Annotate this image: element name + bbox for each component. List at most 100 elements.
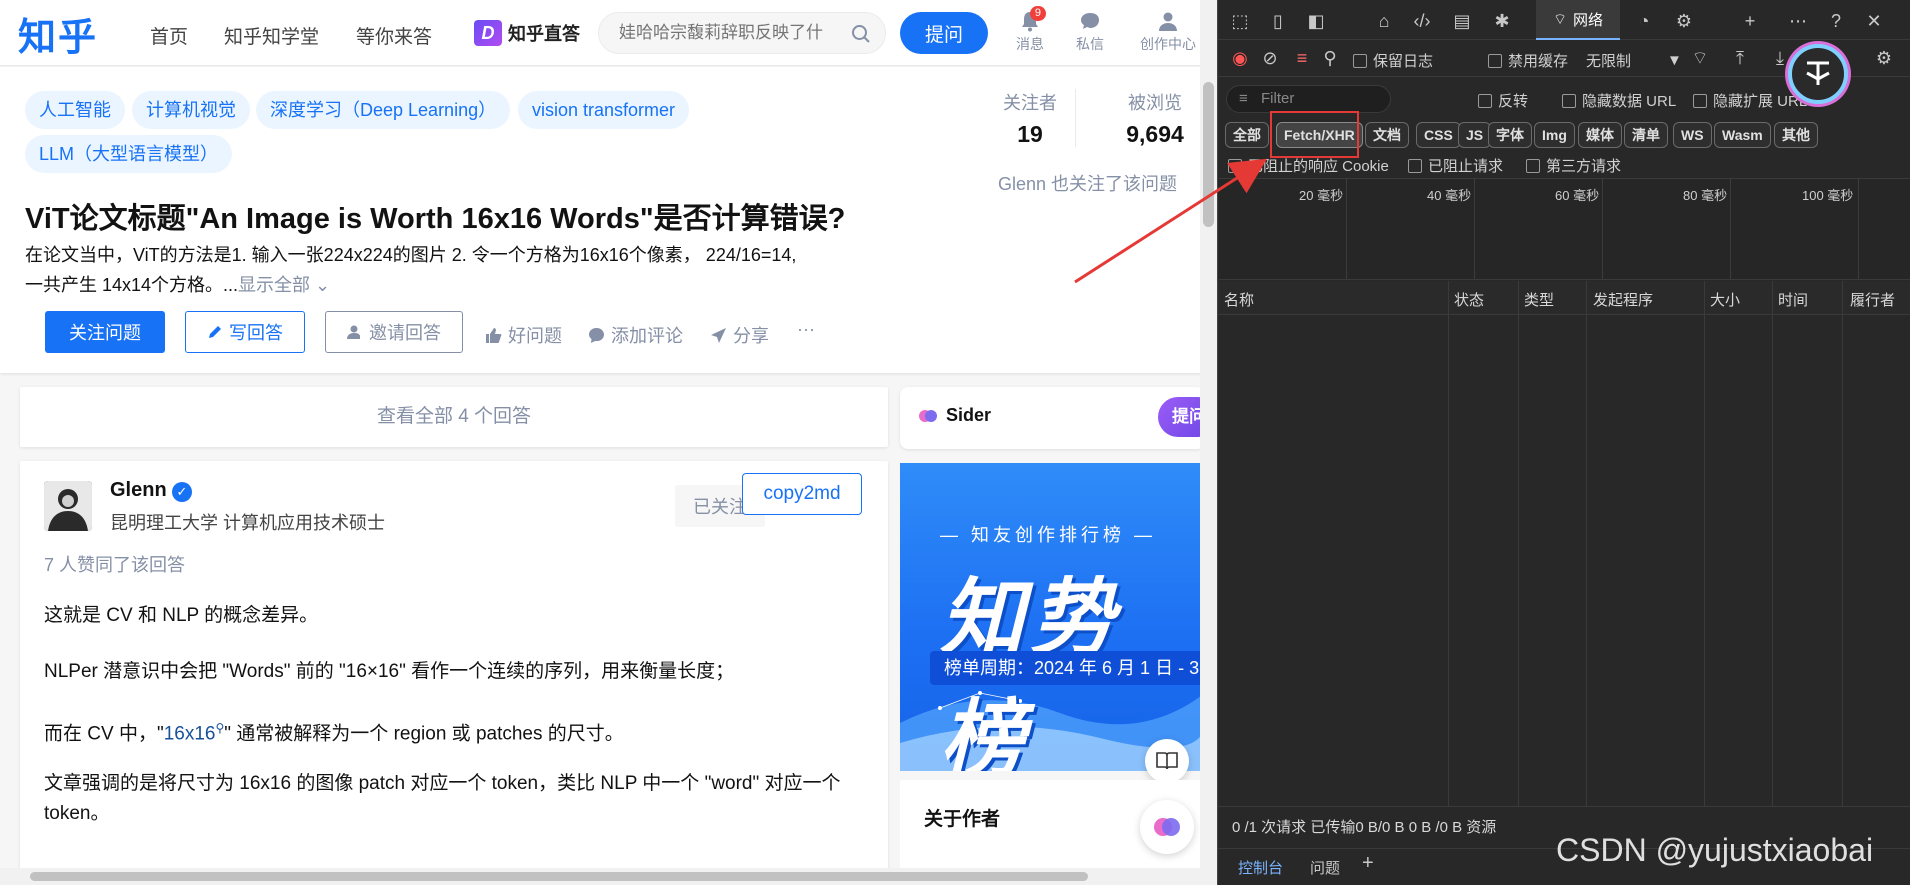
search-input[interactable] [619,22,839,44]
invite-answer-button[interactable]: 邀请回答 [325,311,463,353]
topic-tag[interactable]: 深度学习（Deep Learning） [256,91,511,129]
extension-logo-icon[interactable] [1788,44,1848,104]
performance-icon[interactable]: ◔ [1632,9,1656,33]
nav-home[interactable]: 首页 [150,22,188,49]
filter-toggle-icon[interactable]: ≡ [1290,46,1314,70]
vertical-scrollbar-thumb[interactable] [1203,82,1214,227]
bug-icon[interactable]: ✱ [1490,9,1514,33]
column-time[interactable]: 时间 [1778,289,1808,310]
tab-console[interactable]: 控制台 [1238,857,1283,878]
type-filter-js[interactable]: JS [1458,122,1492,148]
search-icon[interactable] [851,24,871,44]
more-options-icon[interactable]: ⋯ [1786,9,1810,33]
column-status[interactable]: 状态 [1454,289,1484,310]
settings-gear-icon[interactable]: ⚙ [1672,9,1696,33]
tab-network[interactable]: ⌔ 网络 [1536,0,1620,40]
timeline-label: 20 毫秒 [1299,188,1344,203]
type-filter-manifest[interactable]: 清单 [1624,122,1668,148]
ask-question-button[interactable]: 提问 [900,12,988,54]
hide-data-url-checkbox[interactable]: 隐藏数据 URL [1562,90,1676,111]
vertical-scrollbar[interactable] [1200,0,1217,885]
nav-waiting-answers[interactable]: 等你来答 [356,22,432,49]
author-bio: 昆明理工大学 计算机应用技术硕士 [110,513,385,533]
view-all-answers[interactable]: 查看全部 4 个回答 [20,387,888,447]
write-answer-button[interactable]: 写回答 [185,311,305,353]
search-link[interactable]: 16x16 [164,723,216,744]
book-icon [1156,752,1178,770]
help-icon[interactable]: ? [1824,9,1848,33]
dm-button[interactable]: 私信 [1058,10,1122,54]
network-timeline[interactable]: 20 毫秒 40 毫秒 60 毫秒 80 毫秒 100 毫秒 [1219,178,1910,280]
dock-side-icon[interactable]: ◧ [1304,9,1328,33]
type-filter-ws[interactable]: WS [1673,122,1712,148]
close-icon[interactable]: ✕ [1862,9,1886,33]
avatar[interactable] [44,481,92,531]
views-label: 被浏览 [1128,93,1182,113]
inspect-element-icon[interactable]: ⬚ [1228,9,1252,33]
blocked-requests-checkbox[interactable]: 已阻止请求 [1408,155,1503,176]
topic-tag[interactable]: 人工智能 [25,91,125,129]
column-type[interactable]: 类型 [1524,289,1554,310]
network-settings-icon[interactable]: ⚙ [1872,46,1896,70]
author-name[interactable]: Glenn [110,479,167,502]
filter-input[interactable]: ≡ Filter [1226,85,1391,113]
good-question-button[interactable]: 好问题 [485,322,562,348]
topic-tag[interactable]: 计算机视觉 [132,91,250,129]
horizontal-scrollbar[interactable] [0,868,1200,885]
invert-checkbox[interactable]: 反转 [1478,90,1528,111]
ranking-banner[interactable]: — 知友创作排行榜 — 知势榜 榜单周期：2024 年 6 月 1 日 - 3 [900,463,1205,771]
clear-icon[interactable]: ⊘ [1258,46,1282,70]
add-tab-icon[interactable]: + [1738,9,1762,33]
device-toolbar-icon[interactable]: ▯ [1266,9,1290,33]
sider-float-button[interactable] [1140,800,1194,854]
console-icon[interactable]: ▤ [1450,9,1474,33]
followers-stat[interactable]: 关注者 19 [990,89,1070,148]
type-filter-img[interactable]: Img [1534,122,1575,148]
share-button[interactable]: 分享 [710,322,769,348]
chevron-down-icon[interactable]: ⌄ [310,275,330,295]
follow-question-button[interactable]: 关注问题 [45,311,165,353]
home-icon[interactable]: ⌂ [1372,9,1396,33]
more-button[interactable]: ··· [797,319,815,340]
throttle-select[interactable]: 无限制 ▼ [1586,50,1682,71]
show-all-link[interactable]: 显示全部 [238,275,310,295]
answer-text: " 通常被解释为一个 region 或 patches 的尺寸。 [224,723,624,745]
tab-issues[interactable]: 问题 [1310,857,1340,878]
type-filter-wasm[interactable]: Wasm [1714,122,1771,148]
elements-icon[interactable]: ‹/› [1410,9,1434,33]
topic-tag[interactable]: vision transformer [518,91,690,129]
preserve-log-checkbox[interactable]: 保留日志 [1353,50,1433,71]
search-icon[interactable]: ⚲ [1318,46,1342,70]
type-filter-font[interactable]: 字体 [1488,122,1532,148]
type-filter-media[interactable]: 媒体 [1578,122,1622,148]
question-desc-line: 一共产生 14x14个方格。... [25,275,239,295]
column-initiator[interactable]: 发起程序 [1593,289,1653,310]
type-filter-all[interactable]: 全部 [1225,122,1269,148]
record-icon[interactable]: ◉ [1228,46,1252,70]
column-name[interactable]: 名称 [1224,289,1254,310]
import-icon[interactable]: ⤒ [1728,46,1752,70]
nav-zhixuetang[interactable]: 知乎知学堂 [224,22,319,49]
topic-tag[interactable]: LLM（大型语言模型） [25,135,233,173]
column-fulfilled-by[interactable]: 履行者 [1850,289,1895,310]
zhihu-logo[interactable]: 知乎 [18,6,98,61]
type-filter-doc[interactable]: 文档 [1365,122,1409,148]
add-drawer-tab-icon[interactable]: + [1362,852,1374,875]
add-comment-button[interactable]: 添加评论 [588,322,683,348]
horizontal-scrollbar-thumb[interactable] [30,872,1088,881]
creator-center-button[interactable]: 创作中心 [1132,10,1204,54]
blocked-cookies-checkbox[interactable]: 已阻止的响应 Cookie [1228,155,1389,176]
timeline-gridline [1474,179,1475,279]
type-filter-css[interactable]: CSS [1416,122,1461,148]
network-conditions-icon[interactable]: ⌔ [1688,46,1712,70]
copy2md-button[interactable]: copy2md [742,473,862,515]
avatar-image [44,481,92,531]
type-filter-other[interactable]: 其他 [1774,122,1818,148]
third-party-checkbox[interactable]: 第三方请求 [1526,155,1621,176]
hide-ext-url-checkbox[interactable]: 隐藏扩展 URL [1693,90,1807,111]
column-size[interactable]: 大小 [1710,289,1740,310]
zhida-link[interactable]: D 知乎直答 [474,20,580,46]
disable-cache-checkbox[interactable]: 禁用缓存 [1488,50,1568,71]
reader-mode-button[interactable] [1145,739,1189,783]
messages-button[interactable]: 9 消息 [998,6,1062,54]
